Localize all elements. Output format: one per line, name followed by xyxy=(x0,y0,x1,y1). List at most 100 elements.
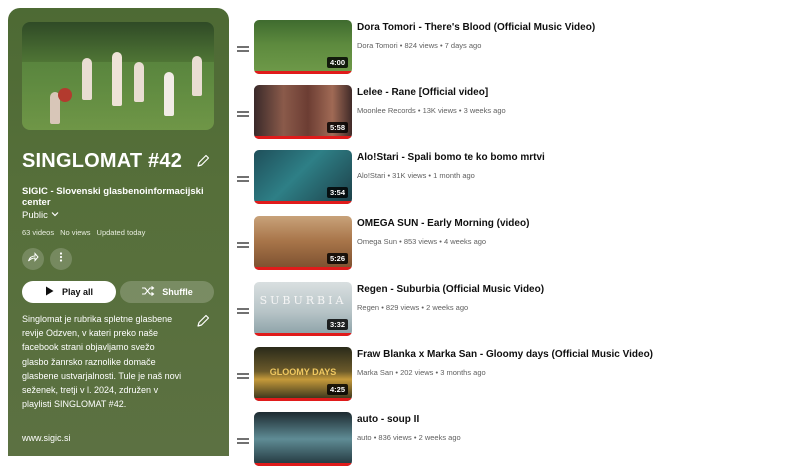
drag-handle-icon[interactable] xyxy=(237,241,249,249)
edit-description-pencil-icon[interactable] xyxy=(194,312,212,330)
video-metadata: Omega Sun • 853 views • 4 weeks ago xyxy=(357,237,487,246)
video-views: 13K views xyxy=(422,106,457,115)
video-title[interactable]: Alo!Stari - Spali bomo te ko bomo mrtvi xyxy=(357,152,545,163)
playlist-video-row[interactable]: 4:00 Dora Tomori - There's Blood (Officia… xyxy=(232,20,792,78)
view-count: No views xyxy=(60,228,91,237)
video-title[interactable]: Regen - Suburbia (Official Music Video) xyxy=(357,284,544,295)
video-channel[interactable]: Moonlee Records xyxy=(357,106,416,115)
thumbnail-text: SUBURBIA xyxy=(259,294,347,307)
drag-handle-icon[interactable] xyxy=(237,372,249,380)
video-channel[interactable]: auto xyxy=(357,433,372,442)
video-views: 31K views xyxy=(392,171,427,180)
play-all-label: Play all xyxy=(61,287,94,297)
playlist-video-row[interactable]: GLOOMY DAYS 4:25 Fraw Blanka x Marka San -… xyxy=(232,347,792,405)
more-vert-icon xyxy=(55,250,67,268)
playlist-video-row[interactable]: 3:54 Alo!Stari - Spali bomo te ko bomo mr… xyxy=(232,150,792,208)
video-channel[interactable]: Alo!Stari xyxy=(357,171,385,180)
playlist-video-row[interactable]: auto - soup II auto • 836 views • 2 weeks… xyxy=(232,412,792,470)
video-metadata: Alo!Stari • 31K views • 1 month ago xyxy=(357,171,475,180)
video-age: 2 weeks ago xyxy=(418,433,461,442)
video-metadata: Marka San • 202 views • 3 months ago xyxy=(357,368,486,377)
watch-progress-bar xyxy=(254,398,352,401)
playlist-owner[interactable]: SIGIC - Slovenski glasbenoinformacijski … xyxy=(22,186,229,208)
drag-handle-icon[interactable] xyxy=(237,45,249,53)
description-link[interactable]: www.sigic.si xyxy=(22,433,71,443)
edit-title-pencil-icon[interactable] xyxy=(194,152,212,170)
cover-figure xyxy=(82,58,92,100)
video-duration: 3:32 xyxy=(326,319,348,330)
playlist-header-panel: SINGLOMAT #42 SIGIC - Slovenski glasbeno… xyxy=(8,8,229,456)
playlist-video-row[interactable]: 5:58 Lelee - Rane [Official video] Moonlee… xyxy=(232,85,792,143)
more-actions-button[interactable] xyxy=(50,248,72,270)
video-duration: 4:25 xyxy=(326,384,348,395)
video-thumbnail[interactable]: 4:00 xyxy=(254,20,352,74)
video-duration: 3:54 xyxy=(326,187,348,198)
playlist-title: SINGLOMAT #42 xyxy=(22,150,183,172)
share-button[interactable] xyxy=(22,248,44,270)
drag-handle-icon[interactable] xyxy=(237,307,249,315)
video-views: 202 views xyxy=(400,368,434,377)
playlist-video-row[interactable]: 5:26 OMEGA SUN - Early Morning (video) Ome… xyxy=(232,216,792,274)
drag-handle-icon[interactable] xyxy=(237,437,249,445)
video-channel[interactable]: Regen xyxy=(357,303,379,312)
video-count: 63 videos xyxy=(22,228,55,237)
video-thumbnail[interactable] xyxy=(254,412,352,466)
playlist-stats: 63 videos No views Updated today xyxy=(22,228,145,237)
video-duration: 5:58 xyxy=(326,122,348,133)
video-title[interactable]: OMEGA SUN - Early Morning (video) xyxy=(357,218,529,229)
video-metadata: Regen • 829 views • 2 weeks ago xyxy=(357,303,469,312)
playlist-cover-image[interactable] xyxy=(22,22,214,130)
video-thumbnail[interactable]: 3:54 xyxy=(254,150,352,204)
drag-handle-icon[interactable] xyxy=(237,175,249,183)
cover-figure xyxy=(112,52,122,106)
play-all-button[interactable]: Play all xyxy=(22,281,116,303)
video-age: 2 weeks ago xyxy=(426,303,469,312)
playlist-description: Singlomat je rubrika spletne glasbene re… xyxy=(22,314,182,410)
video-channel[interactable]: Dora Tomori xyxy=(357,41,398,50)
watch-progress-bar xyxy=(254,201,352,204)
updated-date: Updated today xyxy=(96,228,146,237)
video-views: 853 views xyxy=(403,237,438,246)
watch-progress-bar xyxy=(254,136,352,139)
play-icon xyxy=(45,286,54,298)
video-channel[interactable]: Marka San xyxy=(357,368,393,377)
video-age: 7 days ago xyxy=(444,41,482,50)
video-title[interactable]: auto - soup II xyxy=(357,414,419,425)
video-thumbnail[interactable]: SUBURBIA 3:32 xyxy=(254,282,352,336)
chevron-down-icon xyxy=(50,209,60,222)
video-title[interactable]: Lelee - Rane [Official video] xyxy=(357,87,488,98)
video-duration: 4:00 xyxy=(326,57,348,68)
shuffle-button[interactable]: Shuffle xyxy=(120,281,214,303)
video-title[interactable]: Dora Tomori - There's Blood (Official Mu… xyxy=(357,22,595,33)
thumbnail-text: GLOOMY DAYS xyxy=(269,367,337,377)
video-age: 4 weeks ago xyxy=(443,237,487,246)
watch-progress-bar xyxy=(254,463,352,466)
cover-figure xyxy=(134,62,144,102)
share-icon xyxy=(27,250,39,268)
video-age: 3 months ago xyxy=(440,368,486,377)
video-metadata: Dora Tomori • 824 views • 7 days ago xyxy=(357,41,482,50)
video-age: 3 weeks ago xyxy=(463,106,506,115)
video-thumbnail[interactable]: 5:26 xyxy=(254,216,352,270)
video-title[interactable]: Fraw Blanka x Marka San - Gloomy days (O… xyxy=(357,349,653,360)
video-views: 824 views xyxy=(404,41,438,50)
cover-figure xyxy=(164,72,174,116)
video-duration: 5:26 xyxy=(326,253,348,264)
video-thumbnail[interactable]: GLOOMY DAYS 4:25 xyxy=(254,347,352,401)
video-age: 1 month ago xyxy=(433,171,475,180)
watch-progress-bar xyxy=(254,71,352,74)
shuffle-label: Shuffle xyxy=(162,287,193,297)
video-channel[interactable]: Omega Sun xyxy=(357,237,397,246)
video-thumbnail[interactable]: 5:58 xyxy=(254,85,352,139)
video-views: 829 views xyxy=(385,303,420,312)
video-metadata: auto • 836 views • 2 weeks ago xyxy=(357,433,461,442)
cover-figure xyxy=(192,56,202,96)
privacy-selector[interactable]: Public xyxy=(22,209,60,222)
playlist-video-row[interactable]: SUBURBIA 3:32 Regen - Suburbia (Official M… xyxy=(232,282,792,340)
privacy-label: Public xyxy=(22,210,48,221)
shuffle-icon xyxy=(141,285,155,299)
cover-figure xyxy=(58,88,72,102)
drag-handle-icon[interactable] xyxy=(237,110,249,118)
video-views: 836 views xyxy=(378,433,412,442)
watch-progress-bar xyxy=(254,333,352,336)
